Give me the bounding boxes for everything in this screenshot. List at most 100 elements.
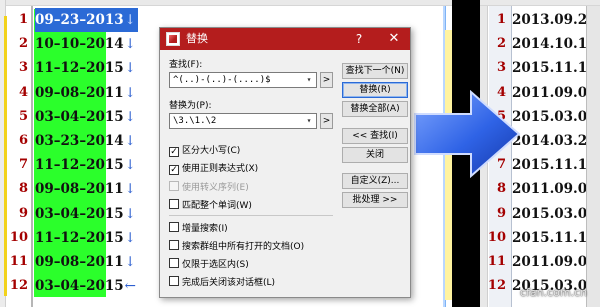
line-text: 11–12–2015 — [35, 60, 124, 77]
option-label: 匹配整个单词(W) — [182, 201, 252, 211]
line-number: 6 — [18, 132, 28, 148]
checkbox-checked-icon: ✓ — [169, 147, 179, 157]
line-text: 2011.09.08 — [512, 253, 597, 270]
eol-marker-icon: ↓ — [124, 181, 136, 198]
replace-regex-menu-button[interactable]: > — [320, 113, 333, 129]
text-line[interactable]: 03–04–2015↓ — [35, 105, 138, 129]
line-text: 09–23–2013 — [35, 12, 124, 28]
selection-only-checkbox[interactable]: 仅限于选区内(S) — [169, 258, 249, 270]
line-text: 03–23–2014 — [35, 132, 124, 149]
options-divider — [169, 215, 333, 216]
option-label: 搜索群组中所有打开的文档(O) — [182, 242, 305, 252]
dialog-title-bar[interactable]: 替换 ? ✕ — [160, 28, 410, 50]
line-text: 2013.09.23 — [512, 12, 597, 28]
replace-all-button[interactable]: 替换全部(A) — [342, 101, 408, 117]
text-line[interactable]: 03–04–2015← — [35, 274, 138, 298]
dialog-title: 替换 — [186, 32, 208, 45]
replace-label: 替换为(P): — [169, 101, 212, 111]
text-line[interactable]: 09–08–2011↓ — [35, 177, 138, 201]
replace-button[interactable]: 替换(R) — [342, 82, 408, 98]
option-label: 使用正则表达式(X) — [182, 164, 259, 174]
line-text: 2015.11.12 — [512, 229, 597, 246]
option-label: 使用转义序列(E) — [182, 183, 249, 193]
checkbox-checked-icon: ✓ — [169, 165, 179, 175]
help-button[interactable]: ? — [346, 28, 372, 50]
option-label: 完成后关闭该对话框(L) — [182, 278, 276, 288]
find-next-button[interactable]: 查找下一个(N) — [342, 63, 408, 79]
find-label: 查找(F): — [169, 60, 203, 70]
line-number: 10 — [487, 229, 506, 245]
line-text: 11–12–2015 — [35, 229, 124, 246]
close-icon[interactable]: ✕ — [378, 28, 410, 50]
text-line[interactable]: 10–10–2014↓ — [35, 32, 138, 56]
checkbox-icon — [169, 258, 179, 268]
text-line[interactable]: 09–08–2011↓ — [35, 250, 138, 274]
eol-marker-icon: ↓ — [124, 60, 136, 77]
line-number: 3 — [496, 60, 506, 76]
line-number: 11 — [9, 253, 28, 269]
eol-marker-icon: ↓ — [124, 253, 136, 270]
text-line[interactable]: 09–08–2011↓ — [35, 81, 138, 105]
editor-text-area[interactable]: 09–23–2013↓ 10–10–2014↓ 11–12–2015↓ 09–0… — [35, 8, 138, 298]
incremental-search-checkbox[interactable]: 增量搜索(I) — [169, 222, 228, 234]
option-label: 区分大小写(C) — [182, 146, 241, 156]
line-number: 1 — [496, 12, 506, 27]
search-all-docs-checkbox[interactable]: 搜索群组中所有打开的文档(O) — [169, 240, 304, 252]
line-number: 2 — [496, 36, 506, 52]
line-number: 4 — [18, 84, 28, 100]
replace-dialog[interactable]: 替换 ? ✕ 查找(F): ^(..)-(..)-(....)$ ▾ > 替换为… — [159, 27, 411, 298]
case-sensitive-checkbox[interactable]: ✓ 区分大小写(C) — [169, 145, 240, 157]
line-number: 8 — [496, 181, 506, 197]
option-label: 仅限于选区内(S) — [182, 260, 249, 270]
line-number: 12 — [487, 278, 506, 294]
regex-checkbox[interactable]: ✓ 使用正则表达式(X) — [169, 163, 258, 175]
customize-button[interactable]: 自定义(Z)... — [342, 173, 408, 189]
line-text: 2015.11.12 — [512, 60, 597, 77]
close-button[interactable]: 关闭 — [342, 147, 408, 163]
checkbox-icon — [169, 276, 179, 286]
eol-marker-icon: ↓ — [124, 84, 136, 101]
find-input[interactable]: ^(..)-(..)-(....)$ ▾ — [169, 72, 317, 88]
batch-button[interactable]: 批处理 >> — [342, 192, 408, 208]
text-line[interactable]: 11–12–2015↓ — [35, 226, 138, 250]
whole-word-checkbox[interactable]: 匹配整个单词(W) — [169, 199, 252, 211]
vertical-scrollbar[interactable] — [586, 6, 600, 307]
line-number-gutter: 1 2 3 4 5 6 7 8 9 10 11 12 — [8, 8, 30, 298]
replace-input[interactable]: \3.\1.\2 ▾ — [169, 113, 317, 129]
chevron-down-icon[interactable]: ▾ — [303, 114, 315, 128]
line-number: 9 — [496, 205, 506, 221]
replace-input-value: \3.\1.\2 — [173, 116, 217, 126]
line-text: 2011.09.08 — [512, 84, 597, 101]
eol-marker-icon: ↓ — [124, 157, 136, 174]
text-line[interactable]: 11–12–2015↓ — [35, 153, 138, 177]
line-number: 3 — [18, 60, 28, 76]
text-line[interactable]: 11–12–2015↓ — [35, 56, 138, 80]
eol-marker-icon: ↓ — [124, 205, 136, 222]
checkbox-icon — [169, 199, 179, 209]
line-number: 8 — [18, 181, 28, 197]
text-line[interactable]: 03–23–2014↓ — [35, 129, 138, 153]
eol-marker-icon: ↓ — [124, 108, 136, 125]
eol-marker-icon: ↓ — [124, 132, 136, 149]
line-text: 10–10–2014 — [35, 36, 124, 53]
checkbox-icon — [169, 240, 179, 250]
escape-sequence-checkbox: 使用转义序列(E) — [169, 181, 249, 193]
transform-arrow-icon — [414, 90, 521, 178]
line-text: 2015.11.12 — [512, 157, 597, 174]
line-number: 2 — [18, 36, 28, 52]
line-text: 2014.10.10 — [512, 36, 597, 53]
line-text: 2011.09.08 — [512, 181, 597, 198]
line-number: 7 — [18, 157, 28, 173]
text-line-current[interactable]: 09–23–2013↓ — [35, 8, 138, 33]
option-label: 增量搜索(I) — [182, 224, 228, 234]
line-text: 11–12–2015 — [35, 157, 124, 174]
app-icon — [166, 32, 180, 46]
chevron-down-icon[interactable]: ▾ — [303, 73, 315, 87]
collapse-find-button[interactable]: << 查找(I) — [342, 128, 408, 144]
eol-marker-icon: ↓ — [124, 36, 136, 53]
line-number: 10 — [9, 229, 28, 245]
close-after-checkbox[interactable]: 完成后关闭该对话框(L) — [169, 276, 275, 288]
find-regex-menu-button[interactable]: > — [320, 72, 333, 88]
eol-marker-icon: ↓ — [124, 12, 136, 28]
text-line[interactable]: 03–04–2015↓ — [35, 202, 138, 226]
